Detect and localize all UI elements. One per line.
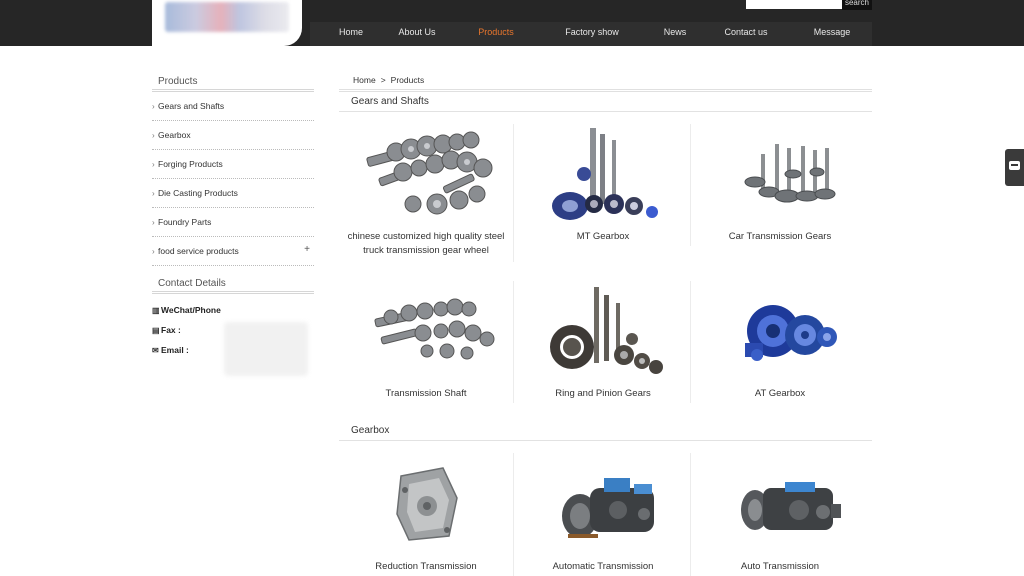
sidebar-item-label: Gears and Shafts <box>158 101 225 111</box>
ring-pinion-image[interactable] <box>515 281 691 391</box>
company-logo[interactable] <box>165 2 289 32</box>
sidebar-title: Products <box>152 70 314 92</box>
section-title-gearbox[interactable]: Gearbox <box>351 425 389 436</box>
breadcrumb: Home > Products <box>353 75 424 85</box>
top-bar <box>296 0 1024 22</box>
sidebar-item-food-service-products[interactable]: › food service products + <box>152 237 314 266</box>
breadcrumb-separator: > <box>380 75 386 85</box>
breadcrumb-home[interactable]: Home <box>353 75 376 85</box>
main-nav: Home About Us Products Factory show News… <box>310 22 872 46</box>
sidebar-item-gears-and-shafts[interactable]: › Gears and Shafts <box>152 92 314 121</box>
section-title-gears-and-shafts[interactable]: Gears and Shafts <box>351 96 429 107</box>
breadcrumb-current: Products <box>390 75 425 85</box>
chevron-right-icon: › <box>152 131 155 140</box>
nav-about-us[interactable]: About Us <box>398 22 435 46</box>
logo-area[interactable] <box>152 0 302 46</box>
transmission-shaft-image[interactable] <box>338 281 514 391</box>
nav-home[interactable]: Home <box>339 22 363 46</box>
sidebar-item-foundry-parts[interactable]: › Foundry Parts <box>152 208 314 237</box>
car-gears-image[interactable] <box>692 124 868 234</box>
contact-details-title: Contact Details <box>152 278 314 294</box>
sidebar-item-label: Gearbox <box>158 130 191 140</box>
section-divider <box>339 111 872 112</box>
nav-products[interactable]: Products <box>478 22 514 46</box>
sidebar-item-label: Die Casting Products <box>158 188 238 198</box>
product-name[interactable]: chinese customized high quality steel tr… <box>338 230 514 258</box>
sidebar-item-label: food service products <box>158 246 239 256</box>
email-icon: ✉ <box>152 346 159 355</box>
phone-icon: ▥ <box>152 306 160 315</box>
mt-gearbox-image[interactable] <box>515 124 691 234</box>
chevron-right-icon: › <box>152 247 155 256</box>
product-name[interactable]: Car Transmission Gears <box>692 230 868 244</box>
sidebar: Products › Gears and Shafts › Gearbox › For… <box>152 70 314 376</box>
gear-set-image[interactable] <box>338 124 514 234</box>
nav-factory-show[interactable]: Factory show <box>565 22 619 46</box>
reduction-transmission-image[interactable] <box>338 454 514 558</box>
expand-plus-icon[interactable]: + <box>304 235 310 264</box>
contact-values-redacted <box>224 322 308 376</box>
section-divider <box>339 440 872 441</box>
product-name[interactable]: AT Gearbox <box>692 387 868 401</box>
product-name[interactable]: Auto Transmission <box>692 560 868 574</box>
breadcrumb-divider <box>339 89 872 93</box>
chevron-right-icon: › <box>152 160 155 169</box>
automatic-transmission-image[interactable] <box>515 454 691 558</box>
chevron-right-icon: › <box>152 218 155 227</box>
sidebar-item-label: Forging Products <box>158 159 223 169</box>
chat-widget-tab[interactable] <box>1005 149 1024 186</box>
sidebar-item-forging-products[interactable]: › Forging Products <box>152 150 314 179</box>
nav-contact-us[interactable]: Contact us <box>724 22 767 46</box>
sidebar-item-die-casting-products[interactable]: › Die Casting Products <box>152 179 314 208</box>
product-name[interactable]: Ring and Pinion Gears <box>515 387 691 401</box>
at-gearbox-image[interactable] <box>692 281 868 391</box>
sidebar-item-label: Foundry Parts <box>158 217 212 227</box>
product-name[interactable]: Reduction Transmission <box>338 560 514 574</box>
contact-wechat-phone: ▥WeChat/Phone <box>152 300 314 320</box>
chevron-right-icon: › <box>152 189 155 198</box>
search-button[interactable]: search <box>842 0 872 10</box>
fax-icon: ▤ <box>152 326 160 335</box>
chat-icon <box>1009 161 1020 170</box>
product-name[interactable]: MT Gearbox <box>515 230 691 244</box>
auto-transmission-image[interactable] <box>692 454 868 558</box>
search-input[interactable] <box>746 0 842 9</box>
chevron-right-icon: › <box>152 102 155 111</box>
product-name[interactable]: Automatic Transmission <box>515 560 691 574</box>
sidebar-item-gearbox[interactable]: › Gearbox <box>152 121 314 150</box>
nav-news[interactable]: News <box>664 22 687 46</box>
nav-message[interactable]: Message <box>814 22 851 46</box>
product-name[interactable]: Transmission Shaft <box>338 387 514 401</box>
